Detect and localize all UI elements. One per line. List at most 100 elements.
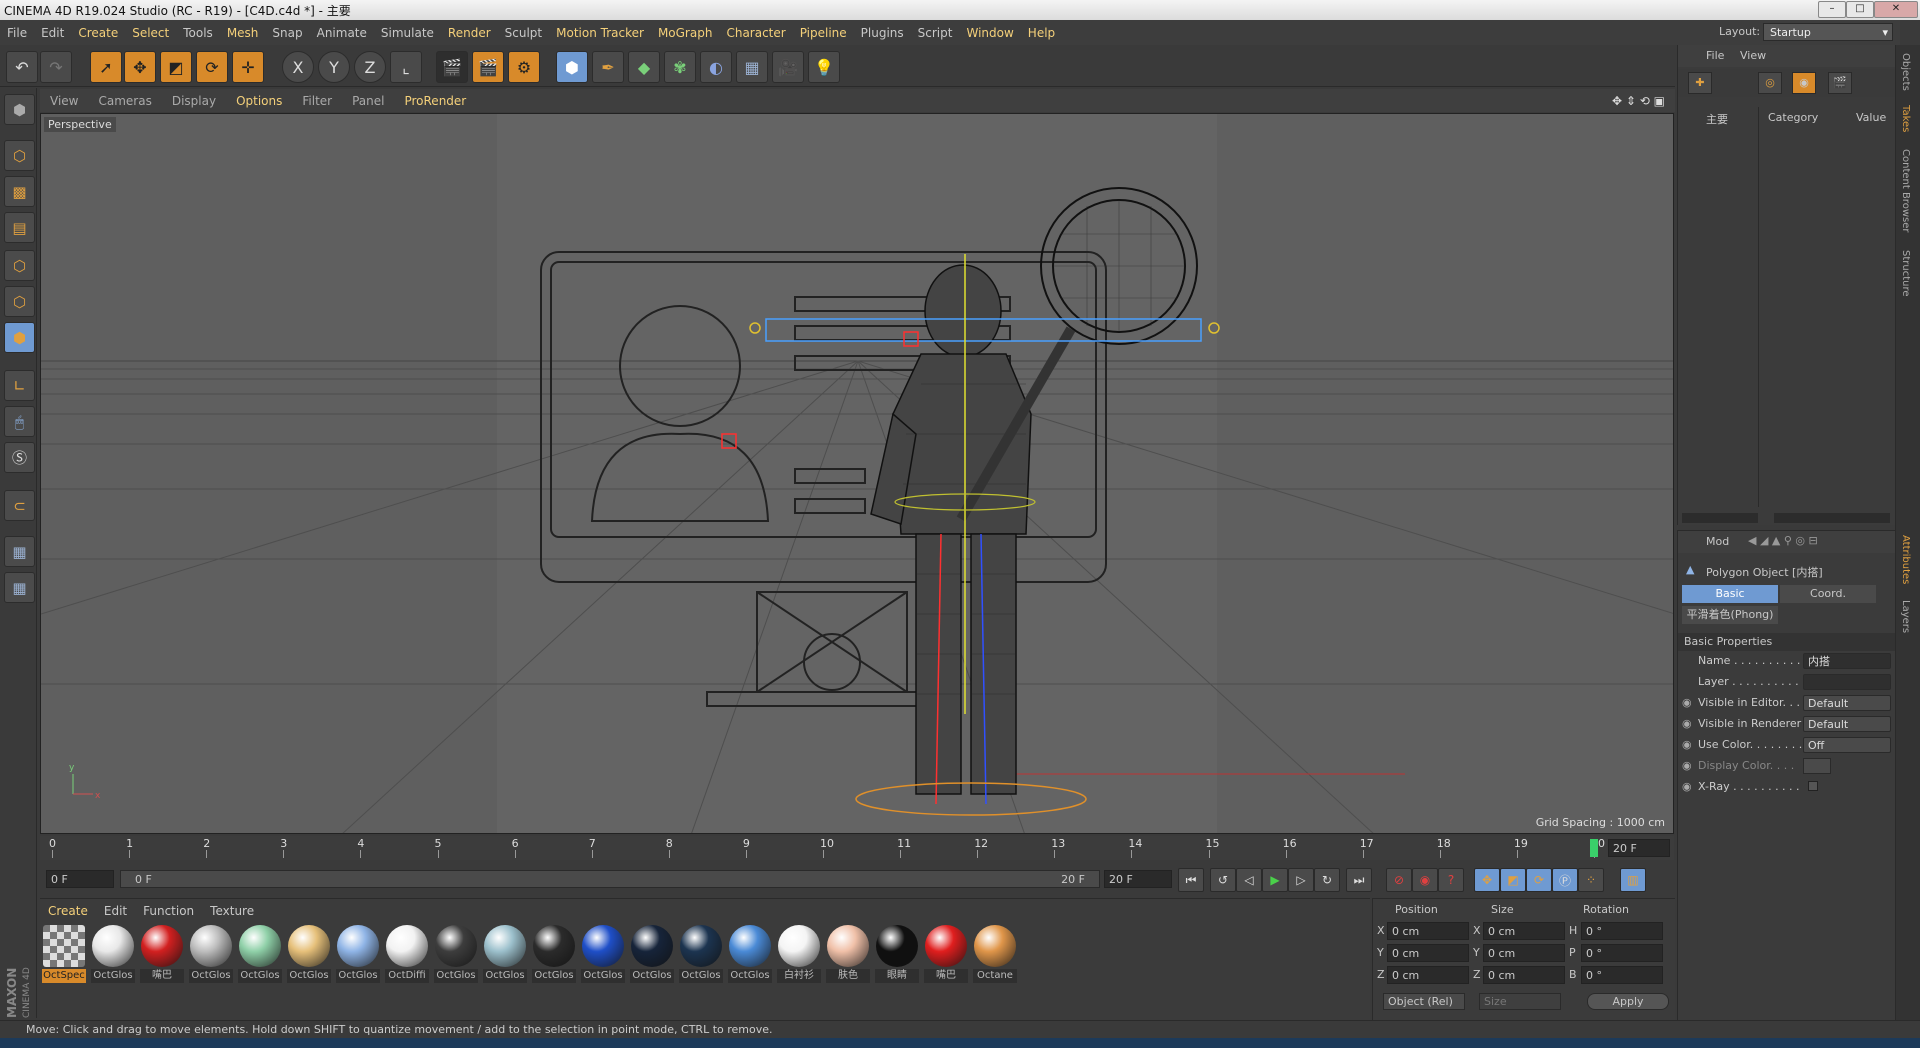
side-tab-objects[interactable]: Objects: [1900, 53, 1911, 91]
attr-nav-icons[interactable]: ◀ ◢ ▲ ⚲ ◎ ⊟: [1748, 534, 1818, 547]
layout-dropdown[interactable]: Startup ▾: [1763, 23, 1893, 41]
material-swatch[interactable]: OctGlos: [434, 925, 478, 983]
material-swatch[interactable]: OctGlos: [728, 925, 772, 983]
material-swatch[interactable]: Octane: [973, 925, 1017, 983]
obj-menu-view[interactable]: View: [1740, 49, 1766, 62]
attr-menu-mode[interactable]: Mod: [1706, 535, 1729, 548]
material-swatch[interactable]: OctGlos: [532, 925, 576, 983]
key-position-button[interactable]: ✥: [1474, 868, 1500, 892]
close-button[interactable]: ✕: [1874, 1, 1918, 18]
coordinate-system-button[interactable]: ⌞: [390, 51, 422, 83]
y-axis-button[interactable]: Y: [318, 51, 350, 83]
horizontal-scrollbar-right[interactable]: [1774, 513, 1890, 523]
apply-button[interactable]: Apply: [1587, 993, 1669, 1010]
live-selection-button[interactable]: ➚: [90, 51, 122, 83]
animate-toggle-icon[interactable]: ◉: [1682, 717, 1692, 730]
material-swatch[interactable]: OctDiffi: [385, 925, 429, 983]
rotate-tool-button[interactable]: ⟳: [196, 51, 228, 83]
take-main-label[interactable]: 主要: [1706, 111, 1728, 127]
menu-render[interactable]: Render: [441, 26, 498, 40]
menu-file[interactable]: File: [0, 26, 34, 40]
auto-take-button[interactable]: ◉: [1792, 72, 1816, 94]
vp-menu-filter[interactable]: Filter: [292, 94, 342, 108]
position-field[interactable]: 0 cm: [1387, 944, 1469, 962]
redo-button[interactable]: ↷: [40, 51, 72, 83]
render-view-button[interactable]: 🎬: [436, 51, 468, 83]
material-swatch[interactable]: OctGlos: [483, 925, 527, 983]
locked-workplane-button[interactable]: ▦: [4, 536, 35, 567]
material-swatch[interactable]: OctGlos: [630, 925, 674, 983]
material-swatch[interactable]: OctGlos: [91, 925, 135, 983]
light-button[interactable]: 💡: [808, 51, 840, 83]
undo-button[interactable]: ↶: [6, 51, 38, 83]
snapping-button[interactable]: Ⓢ: [4, 442, 35, 473]
render-picture-viewer-button[interactable]: 🎬: [472, 51, 504, 83]
autokey-button[interactable]: ◉: [1412, 868, 1438, 892]
timeline-layout-button[interactable]: ▥: [1620, 868, 1646, 892]
menu-plugins[interactable]: Plugins: [854, 26, 911, 40]
tab-phong[interactable]: 平滑着色(Phong): [1682, 606, 1778, 624]
key-pla-button[interactable]: ⁘: [1578, 868, 1604, 892]
viewport-nav-icons[interactable]: ✥ ⇕ ⟲ ▣: [1602, 94, 1675, 108]
camera-button[interactable]: 🎥: [772, 51, 804, 83]
value-column-header[interactable]: Value: [1856, 111, 1886, 124]
menu-simulate[interactable]: Simulate: [374, 26, 441, 40]
rotation-field[interactable]: 0 °: [1581, 966, 1663, 984]
minimize-button[interactable]: –: [1818, 1, 1846, 18]
next-key-button[interactable]: ↻: [1314, 868, 1340, 892]
material-swatch[interactable]: OctGlos: [581, 925, 625, 983]
edges-mode-button[interactable]: ⬡: [4, 286, 35, 317]
go-to-start-button[interactable]: ⏮: [1178, 868, 1204, 892]
key-parameter-button[interactable]: Ⓟ: [1552, 868, 1578, 892]
floor-button[interactable]: ▦: [736, 51, 768, 83]
side-tab-structure[interactable]: Structure: [1900, 250, 1911, 297]
menu-edit[interactable]: Edit: [34, 26, 71, 40]
menu-snap[interactable]: Snap: [265, 26, 309, 40]
move-tool-button[interactable]: ✥: [124, 51, 156, 83]
workplane-mode-button[interactable]: ▤: [4, 212, 35, 243]
material-swatch[interactable]: OctSpec: [42, 925, 86, 983]
cloner-button[interactable]: ✾: [664, 51, 696, 83]
material-swatch[interactable]: 肤色: [826, 925, 870, 983]
vp-menu-cameras[interactable]: Cameras: [88, 94, 161, 108]
menu-help[interactable]: Help: [1021, 26, 1062, 40]
cube-primitive-button[interactable]: ⬢: [556, 51, 588, 83]
play-button[interactable]: ▶: [1262, 868, 1288, 892]
z-axis-button[interactable]: Z: [354, 51, 386, 83]
menu-tools[interactable]: Tools: [176, 26, 220, 40]
polygons-mode-button[interactable]: ⬢: [4, 322, 35, 353]
vp-menu-options[interactable]: Options: [226, 94, 292, 108]
axis-mode-button[interactable]: ∟: [4, 370, 35, 401]
material-swatch[interactable]: 眼睛: [875, 925, 919, 983]
side-tab-takes[interactable]: Takes: [1900, 105, 1911, 132]
attribute-dropdown[interactable]: Off: [1803, 737, 1891, 753]
tab-coord[interactable]: Coord.: [1780, 585, 1876, 603]
current-frame-field[interactable]: 20 F: [1608, 839, 1670, 857]
menu-sculpt[interactable]: Sculpt: [498, 26, 549, 40]
menu-animate[interactable]: Animate: [310, 26, 374, 40]
timeline-ruler[interactable]: 0 1 2 3 4 5 6 7 8 9 10 11 12 13 14 15 16 17 18 19 20 20 F: [40, 836, 1674, 860]
vp-menu-prorender[interactable]: ProRender: [394, 94, 476, 108]
make-editable-button[interactable]: ⬢: [4, 94, 35, 125]
planar-workplane-button[interactable]: ▦: [4, 572, 35, 603]
attribute-text-field[interactable]: [1803, 674, 1891, 690]
size-field[interactable]: 0 cm: [1483, 922, 1565, 940]
attribute-dropdown[interactable]: Default: [1803, 716, 1891, 732]
points-mode-button[interactable]: ⬡: [4, 250, 35, 281]
camera-label[interactable]: Perspective: [44, 117, 116, 132]
playhead-marker[interactable]: [1590, 839, 1598, 857]
next-frame-button[interactable]: ▷: [1288, 868, 1314, 892]
material-swatch[interactable]: OctGlos: [336, 925, 380, 983]
category-column-header[interactable]: Category: [1768, 111, 1818, 124]
menu-script[interactable]: Script: [911, 26, 960, 40]
animate-toggle-icon[interactable]: ◉: [1682, 759, 1692, 772]
enable-snap-button[interactable]: ⊂: [4, 490, 35, 521]
maximize-button[interactable]: □: [1846, 1, 1874, 18]
display-color-swatch[interactable]: [1803, 758, 1831, 774]
start-frame-field[interactable]: 0 F: [46, 870, 114, 888]
previous-key-button[interactable]: ↺: [1210, 868, 1236, 892]
animate-toggle-icon[interactable]: ◉: [1682, 738, 1692, 751]
viewport[interactable]: y x Perspective Grid Spacing : 1000 cm: [40, 113, 1674, 834]
menu-mesh[interactable]: Mesh: [220, 26, 266, 40]
menu-pipeline[interactable]: Pipeline: [793, 26, 854, 40]
